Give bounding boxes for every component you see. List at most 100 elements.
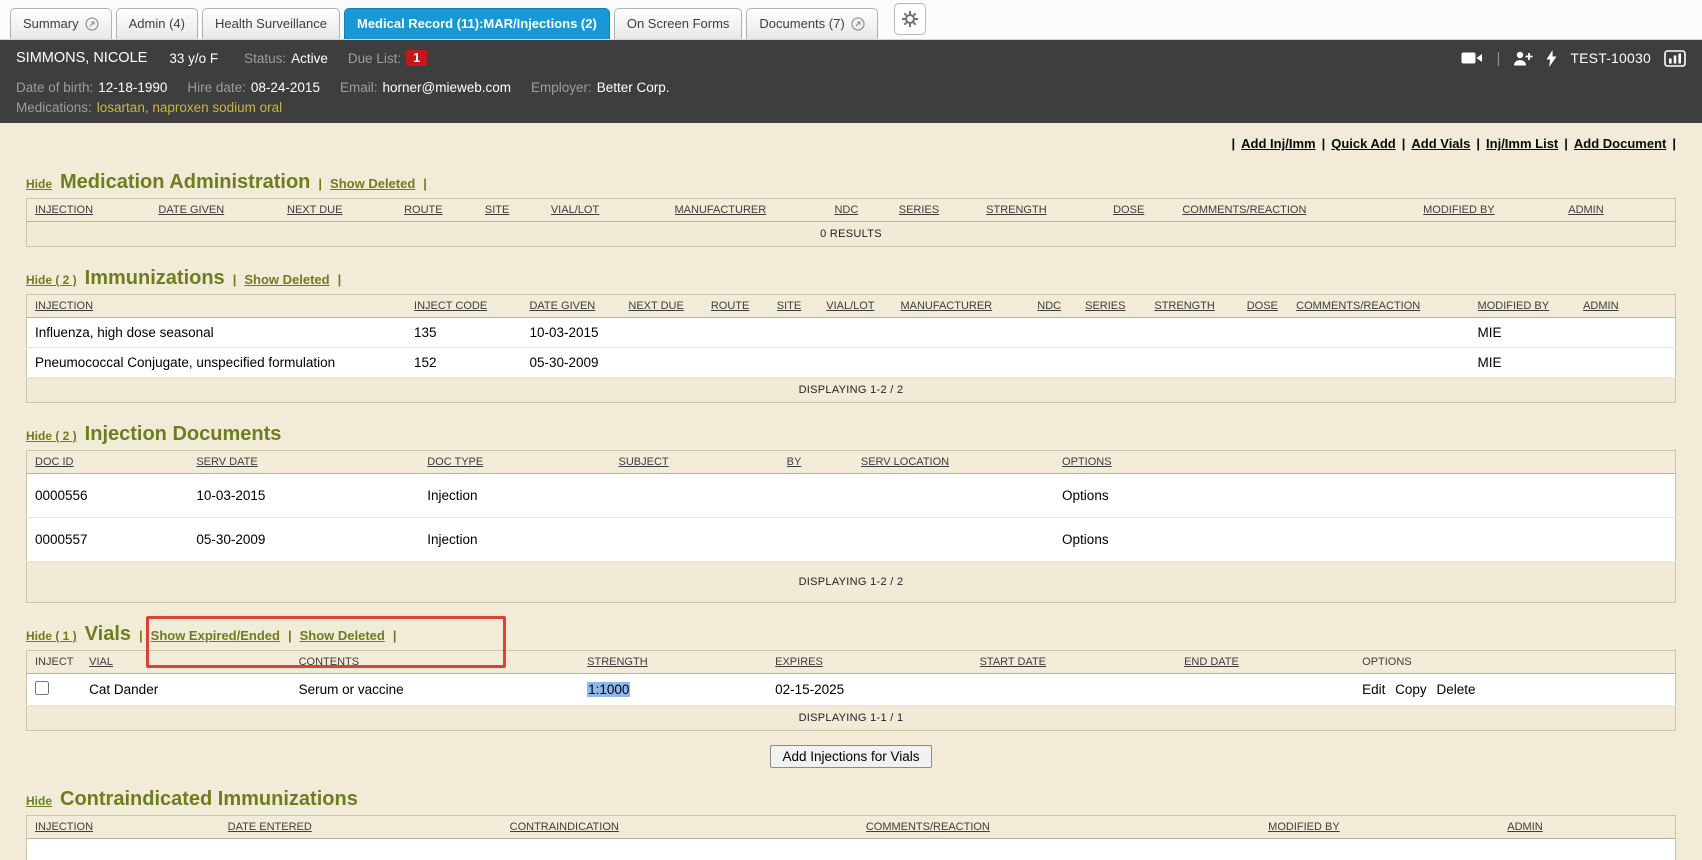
col-modified-by[interactable]: MODIFIED BY (1268, 816, 1507, 839)
col-comments-reaction[interactable]: COMMENTS/REACTION (866, 816, 1268, 839)
cell-empty (228, 839, 510, 860)
col-ndc[interactable]: NDC (834, 199, 898, 222)
col-injection[interactable]: INJECTION (27, 199, 159, 222)
cell-doc-id: 0000556 (27, 474, 197, 518)
col-dose[interactable]: DOSE (1247, 295, 1296, 318)
col-admin[interactable]: ADMIN (1568, 199, 1675, 222)
tab-health-surveillance-label: Health Surveillance (215, 16, 327, 31)
options-link[interactable]: Options (1062, 532, 1109, 547)
col-route[interactable]: ROUTE (711, 295, 777, 318)
col-manufacturer[interactable]: MANUFACTURER (675, 199, 835, 222)
col-contents[interactable]: CONTENTS (299, 651, 588, 674)
inj-imm-list-link[interactable]: Inj/Imm List (1486, 136, 1558, 151)
col-date-given[interactable]: DATE GIVEN (158, 199, 287, 222)
col-site[interactable]: SITE (777, 295, 826, 318)
copy-link[interactable]: Copy (1395, 682, 1427, 697)
patient-header-toolbar: | TEST-10030 (1461, 40, 1686, 76)
show-deleted-link[interactable]: Show Deleted (300, 628, 385, 643)
settings-button[interactable] (894, 3, 926, 35)
hide-link[interactable]: Hide (26, 794, 52, 808)
col-options[interactable]: OPTIONS (1062, 451, 1675, 474)
patient-header-row-3: Medications: losartan, naproxen sodium o… (0, 96, 1702, 116)
section-header-injection-documents: Hide ( 2 ) Injection Documents (26, 423, 1676, 446)
tab-documents[interactable]: Documents (7) (746, 8, 877, 39)
tab-medical-record[interactable]: Medical Record (11):MAR/Injections (2) (344, 8, 610, 39)
col-next-due[interactable]: NEXT DUE (287, 199, 404, 222)
options-link[interactable]: Options (1062, 488, 1109, 503)
col-comments-reaction[interactable]: COMMENTS/REACTION (1296, 295, 1477, 318)
flowsheet-chart-icon[interactable] (1664, 50, 1686, 67)
col-date-given[interactable]: DATE GIVEN (529, 295, 628, 318)
col-strength[interactable]: STRENGTH (1154, 295, 1246, 318)
col-series[interactable]: SERIES (1085, 295, 1154, 318)
delete-link[interactable]: Delete (1436, 682, 1475, 697)
col-end-date[interactable]: END DATE (1184, 651, 1362, 674)
col-admin[interactable]: ADMIN (1507, 816, 1675, 839)
cell-serv-date: 05-30-2009 (196, 518, 427, 562)
col-serv-location[interactable]: SERV LOCATION (861, 451, 1062, 474)
col-by[interactable]: BY (787, 451, 861, 474)
add-vials-link[interactable]: Add Vials (1411, 136, 1470, 151)
add-injections-for-vials-button[interactable]: Add Injections for Vials (770, 745, 931, 768)
show-deleted-link[interactable]: Show Deleted (244, 272, 329, 287)
col-comments-reaction[interactable]: COMMENTS/REACTION (1182, 199, 1423, 222)
col-site[interactable]: SITE (485, 199, 551, 222)
col-subject[interactable]: SUBJECT (618, 451, 786, 474)
tab-admin-label: Admin (4) (129, 16, 185, 31)
col-manufacturer[interactable]: MANUFACTURER (900, 295, 1037, 318)
col-expires[interactable]: EXPIRES (775, 651, 979, 674)
add-document-link[interactable]: Add Document (1574, 136, 1666, 151)
col-vial-lot[interactable]: VIAL/LOT (551, 199, 675, 222)
tab-on-screen-forms[interactable]: On Screen Forms (614, 8, 743, 39)
separator (393, 628, 397, 643)
due-list-badge[interactable]: 1 (406, 50, 427, 66)
col-dose[interactable]: DOSE (1113, 199, 1182, 222)
cell-empty (628, 348, 710, 378)
col-route[interactable]: ROUTE (404, 199, 485, 222)
col-date-entered[interactable]: DATE ENTERED (228, 816, 510, 839)
hide-link[interactable]: Hide ( 2 ) (26, 429, 77, 443)
col-modified-by[interactable]: MODIFIED BY (1478, 295, 1584, 318)
col-next-due[interactable]: NEXT DUE (628, 295, 710, 318)
tab-admin[interactable]: Admin (4) (116, 8, 198, 39)
tab-health-surveillance[interactable]: Health Surveillance (202, 8, 340, 39)
col-injection[interactable]: INJECTION (27, 295, 415, 318)
quick-add-link[interactable]: Quick Add (1331, 136, 1396, 151)
medications-list[interactable]: losartan, naproxen sodium oral (97, 100, 282, 115)
show-deleted-link[interactable]: Show Deleted (330, 176, 415, 191)
col-doc-type[interactable]: DOC TYPE (427, 451, 618, 474)
documents-popout-icon[interactable] (851, 17, 865, 31)
hide-link[interactable]: Hide ( 2 ) (26, 273, 77, 287)
col-contraindication[interactable]: CONTRAINDICATION (510, 816, 866, 839)
video-call-icon[interactable] (1461, 51, 1483, 65)
summary-popout-icon[interactable] (85, 17, 99, 31)
col-doc-id[interactable]: DOC ID (27, 451, 197, 474)
col-serv-date[interactable]: SERV DATE (196, 451, 427, 474)
button-row: Add Injections for Vials (26, 745, 1676, 768)
status-label: Status: (244, 51, 286, 66)
separator (423, 176, 427, 191)
add-inj-imm-link[interactable]: Add Inj/Imm (1241, 136, 1315, 151)
hide-link[interactable]: Hide ( 1 ) (26, 629, 77, 643)
hide-link[interactable]: Hide (26, 177, 52, 191)
edit-link[interactable]: Edit (1362, 682, 1385, 697)
show-expired-ended-link[interactable]: Show Expired/Ended (151, 628, 280, 643)
separator (233, 272, 237, 287)
displaying-row: DISPLAYING 1-1 / 1 (27, 706, 1676, 731)
col-series[interactable]: SERIES (899, 199, 986, 222)
vial-inject-checkbox[interactable] (35, 681, 49, 695)
col-admin[interactable]: ADMIN (1583, 295, 1675, 318)
col-start-date[interactable]: START DATE (980, 651, 1184, 674)
tab-summary[interactable]: Summary (10, 8, 112, 39)
quick-action-lightning-icon[interactable] (1546, 50, 1557, 67)
col-inject-code[interactable]: INJECT CODE (414, 295, 529, 318)
col-injection[interactable]: INJECTION (27, 816, 228, 839)
col-ndc[interactable]: NDC (1037, 295, 1085, 318)
col-modified-by[interactable]: MODIFIED BY (1423, 199, 1568, 222)
col-strength[interactable]: STRENGTH (587, 651, 775, 674)
col-strength[interactable]: STRENGTH (986, 199, 1113, 222)
add-person-icon[interactable] (1513, 51, 1533, 66)
col-vial[interactable]: VIAL (89, 651, 298, 674)
col-vial-lot[interactable]: VIAL/LOT (826, 295, 900, 318)
cell-empty (1037, 348, 1085, 378)
